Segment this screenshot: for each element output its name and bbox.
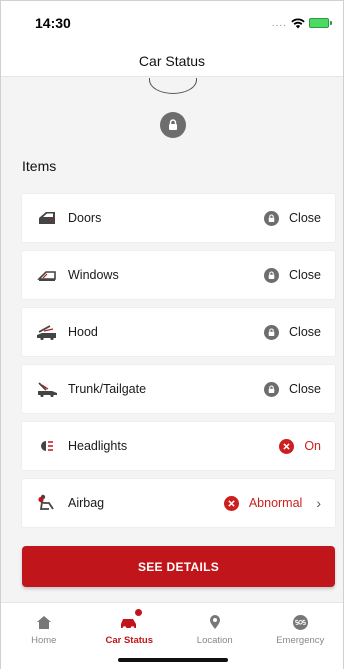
tab-label: Emergency	[276, 635, 325, 646]
chevron-right-icon[interactable]: ›	[316, 495, 321, 511]
lock-icon[interactable]	[160, 112, 186, 138]
lock-icon	[264, 324, 280, 340]
lock-icon	[264, 267, 280, 283]
item-list: Doors Close Windows Close Hood Close Tru…	[22, 194, 335, 536]
alert-x-icon	[279, 438, 295, 454]
tab-home[interactable]: Home	[1, 603, 87, 669]
home-indicator[interactable]	[118, 658, 228, 662]
item-status: Close	[264, 324, 321, 340]
item-label: Hood	[68, 325, 98, 339]
door-icon	[36, 209, 58, 227]
item-label: Doors	[68, 211, 102, 225]
car-top-view-icon	[149, 78, 197, 94]
item-label: Headlights	[68, 439, 128, 453]
item-status: Abnormal ›	[223, 495, 321, 511]
lock-icon	[264, 210, 280, 226]
item-label: Trunk/Tailgate	[68, 382, 147, 396]
item-status-text: Close	[289, 211, 321, 225]
item-status-text: On	[304, 439, 321, 453]
item-row-doors[interactable]: Doors Close	[22, 194, 335, 242]
window-icon	[36, 266, 58, 284]
sos-icon	[290, 613, 310, 631]
item-row-headlights[interactable]: Headlights On	[22, 422, 335, 470]
signal-icon: ....	[271, 17, 287, 29]
item-label: Windows	[68, 268, 119, 282]
location-pin-icon	[205, 613, 225, 631]
battery-icon	[309, 18, 332, 28]
item-status: Close	[264, 267, 321, 283]
item-label: Airbag	[68, 496, 105, 510]
tab-label: Home	[31, 635, 57, 646]
alert-badge-icon	[134, 608, 144, 617]
item-row-windows[interactable]: Windows Close	[22, 251, 335, 299]
tab-label: Car Status	[105, 635, 153, 646]
wifi-icon	[291, 17, 305, 28]
trunk-icon	[36, 380, 58, 398]
item-status-text: Abnormal	[248, 496, 303, 510]
page-title: Car Status	[1, 45, 343, 77]
car-status-icon	[119, 608, 144, 631]
item-row-airbag[interactable]: Airbag Abnormal ›	[22, 479, 335, 527]
item-row-hood[interactable]: Hood Close	[22, 308, 335, 356]
headlight-icon	[36, 437, 58, 455]
status-time: 14:30	[35, 15, 71, 31]
airbag-icon	[36, 494, 58, 512]
item-status: On	[279, 438, 321, 454]
item-status-text: Close	[289, 268, 321, 282]
items-section-title: Items	[22, 158, 57, 174]
item-status: Close	[264, 381, 321, 397]
see-details-button[interactable]: SEE DETAILS	[22, 546, 335, 587]
item-row-trunk[interactable]: Trunk/Tailgate Close	[22, 365, 335, 413]
home-icon	[34, 613, 54, 631]
hood-icon	[36, 323, 58, 341]
status-indicators: ....	[271, 17, 332, 29]
alert-x-icon	[223, 495, 239, 511]
status-bar: 14:30 ....	[1, 1, 343, 45]
item-status-text: Close	[289, 325, 321, 339]
tab-emergency[interactable]: Emergency	[258, 603, 344, 669]
item-status: Close	[264, 210, 321, 226]
lock-icon	[264, 381, 280, 397]
item-status-text: Close	[289, 382, 321, 396]
tab-label: Location	[196, 635, 233, 646]
